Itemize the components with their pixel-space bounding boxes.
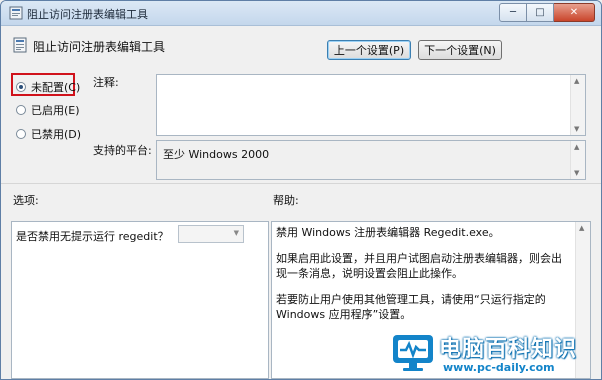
minimize-button[interactable]: ─ — [499, 3, 527, 22]
scroll-down-icon[interactable]: ▼ — [574, 125, 579, 133]
radio-label: 未配置(C) — [31, 81, 81, 94]
comment-field[interactable]: ▲ ▼ — [156, 74, 586, 136]
radio-enabled[interactable]: 已启用(E) — [16, 102, 80, 118]
platform-field: 至少 Windows 2000 ▲ ▼ — [156, 140, 586, 180]
options-pane: 是否禁用无提示运行 regedit？ ▼ — [11, 221, 269, 379]
window-title: 阻止访问注册表编辑工具 — [27, 8, 148, 21]
comment-label: 注释: — [93, 76, 119, 89]
radio-label: 已禁用(D) — [31, 128, 82, 141]
watermark: 电脑百科知识 www.pc-daily.com — [391, 329, 601, 379]
help-label: 帮助: — [273, 194, 299, 207]
setting-title: 阻止访问注册表编辑工具 — [33, 40, 166, 54]
help-paragraph: 若要防止用户使用其他管理工具，请使用“只运行指定的 Windows 应用程序”设… — [276, 293, 546, 321]
radio-circle[interactable] — [16, 82, 26, 92]
platform-label: 支持的平台: — [93, 144, 152, 157]
help-paragraph: 禁用 Windows 注册表编辑器 Regedit.exe。 — [276, 226, 500, 239]
options-label: 选项: — [13, 194, 39, 207]
platform-value: 至少 Windows 2000 — [163, 148, 270, 161]
maximize-button[interactable]: □ — [527, 3, 554, 22]
scroll-up-icon[interactable]: ▲ — [579, 224, 584, 232]
setting-icon — [13, 37, 27, 53]
policy-window: 阻止访问注册表编辑工具 ─ □ ✕ 阻止访问注册表编辑工具 上一个设置(P) 下… — [0, 0, 602, 380]
radio-label: 已启用(E) — [31, 104, 80, 117]
title-bar[interactable]: 阻止访问注册表编辑工具 ─ □ ✕ — [1, 1, 601, 26]
close-button[interactable]: ✕ — [554, 3, 595, 22]
section-divider — [1, 183, 601, 184]
radio-not-configured[interactable]: 未配置(C) — [16, 79, 80, 95]
scroll-down-icon[interactable]: ▼ — [574, 169, 579, 177]
next-setting-button[interactable]: 下一个设置(N) — [418, 40, 502, 60]
chevron-down-icon[interactable]: ▼ — [234, 229, 239, 237]
scroll-up-icon[interactable]: ▲ — [574, 143, 579, 151]
help-paragraph: 如果启用此设置，并且用户试图启动注册表编辑器，则会出现一条消息，说明设置会阻止此… — [276, 252, 562, 280]
radio-circle[interactable] — [16, 129, 26, 139]
option-question: 是否禁用无提示运行 regedit？ — [16, 230, 169, 243]
scroll-up-icon[interactable]: ▲ — [574, 77, 579, 85]
previous-setting-button[interactable]: 上一个设置(P) — [327, 40, 411, 60]
help-text: 禁用 Windows 注册表编辑器 Regedit.exe。 如果启用此设置，并… — [276, 225, 566, 333]
comment-scrollbar[interactable]: ▲ ▼ — [570, 75, 585, 135]
watermark-url: www.pc-daily.com — [443, 361, 555, 374]
radio-circle[interactable] — [16, 105, 26, 115]
platform-scrollbar[interactable]: ▲ ▼ — [570, 141, 585, 179]
silent-regedit-dropdown[interactable]: ▼ — [178, 225, 244, 243]
radio-disabled[interactable]: 已禁用(D) — [16, 126, 81, 142]
watermark-title: 电脑百科知识 — [439, 337, 578, 362]
window-controls: ─ □ ✕ — [499, 3, 595, 22]
policy-icon — [9, 6, 23, 20]
monitor-logo-icon — [393, 335, 433, 371]
